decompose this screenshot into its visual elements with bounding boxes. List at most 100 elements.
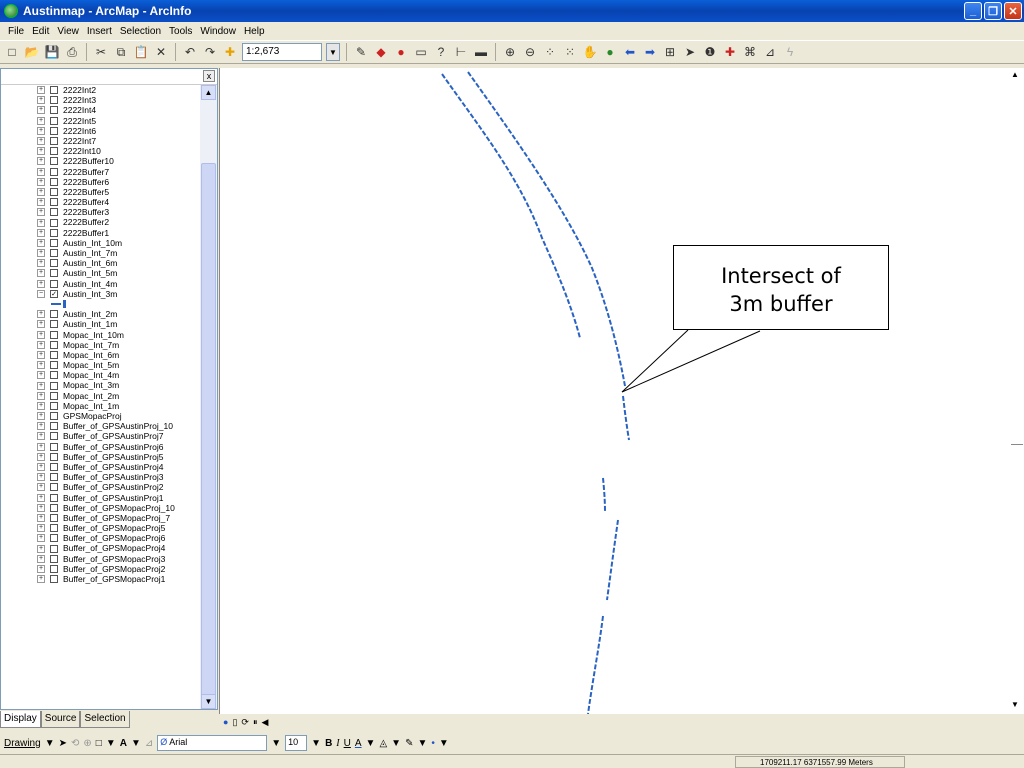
- layer-row[interactable]: + Austin_Int_6m: [37, 258, 203, 268]
- layer-checkbox[interactable]: [50, 320, 58, 329]
- chevron-down-icon[interactable]: ▼: [417, 738, 427, 749]
- menu-edit[interactable]: Edit: [28, 26, 53, 37]
- layer-checkbox[interactable]: [50, 187, 58, 196]
- font-size-select[interactable]: 10: [285, 735, 308, 751]
- expand-icon[interactable]: +: [37, 452, 45, 461]
- refresh-icon[interactable]: ⟳: [241, 717, 249, 728]
- expand-icon[interactable]: +: [37, 238, 45, 247]
- scale-input[interactable]: 1:2,673: [242, 43, 322, 61]
- expand-icon[interactable]: +: [37, 96, 45, 105]
- expand-icon[interactable]: +: [37, 330, 45, 339]
- expand-icon[interactable]: +: [37, 177, 45, 186]
- expand-icon[interactable]: +: [37, 544, 45, 553]
- copy-icon[interactable]: ⧉: [113, 44, 129, 60]
- layer-row[interactable]: + Mopac_Int_3m: [37, 380, 203, 390]
- layer-row[interactable]: + Buffer_of_GPSMopacProj6: [37, 533, 203, 543]
- layer-row[interactable]: + Mopac_Int_4m: [37, 370, 203, 380]
- catalog-icon[interactable]: ●: [393, 44, 409, 60]
- layer-row[interactable]: + GPSMopacProj: [37, 411, 203, 421]
- layer-row[interactable]: + Buffer_of_GPSMopacProj2: [37, 564, 203, 574]
- layer-checkbox[interactable]: [50, 340, 58, 349]
- new-icon[interactable]: □: [4, 44, 20, 60]
- layer-checkbox[interactable]: [50, 452, 58, 461]
- layer-checkbox[interactable]: [50, 564, 58, 573]
- paste-icon[interactable]: 📋: [133, 44, 149, 60]
- layer-row[interactable]: + Buffer_of_GPSAustinProj3: [37, 472, 203, 482]
- layer-checkbox[interactable]: [50, 391, 58, 400]
- expand-icon[interactable]: +: [37, 432, 45, 441]
- minimize-button[interactable]: _: [964, 2, 982, 20]
- menu-help[interactable]: Help: [240, 26, 269, 37]
- layer-checkbox[interactable]: [50, 401, 58, 410]
- chevron-down-icon[interactable]: ▼: [311, 738, 321, 749]
- zoom-whole-page-icon[interactable]: ⊕: [83, 738, 91, 749]
- layer-row[interactable]: + Buffer_of_GPSAustinProj4: [37, 462, 203, 472]
- layer-row[interactable]: + Austin_Int_2m: [37, 309, 203, 319]
- underline-button[interactable]: U: [344, 738, 351, 749]
- layer-row[interactable]: + Mopac_Int_1m: [37, 401, 203, 411]
- italic-button[interactable]: I: [336, 738, 339, 749]
- expand-icon[interactable]: +: [37, 554, 45, 563]
- expand-icon[interactable]: +: [37, 126, 45, 135]
- layout-icon[interactable]: ▬: [473, 44, 489, 60]
- expand-icon[interactable]: +: [37, 187, 45, 196]
- layer-row[interactable]: + Austin_Int_5m: [37, 268, 203, 278]
- chevron-down-icon[interactable]: ▼: [326, 43, 340, 61]
- layer-checkbox[interactable]: [50, 483, 58, 492]
- layer-checkbox[interactable]: [50, 106, 58, 115]
- expand-icon[interactable]: +: [37, 381, 45, 390]
- expand-icon[interactable]: +: [37, 361, 45, 370]
- layer-row[interactable]: +2222Buffer6: [37, 177, 203, 187]
- layer-checkbox[interactable]: [50, 422, 58, 431]
- layer-row[interactable]: +2222Int10: [37, 146, 203, 156]
- map-canvas[interactable]: [219, 68, 1007, 715]
- expand-icon[interactable]: +: [37, 503, 45, 512]
- scroll-left-icon[interactable]: ◀: [261, 717, 268, 728]
- layer-checkbox[interactable]: [50, 228, 58, 237]
- new-text-icon[interactable]: A: [120, 738, 127, 749]
- measure-ruler-icon[interactable]: ⊿: [762, 44, 778, 60]
- scroll-up-icon[interactable]: ▲: [201, 85, 216, 100]
- callout-box[interactable]: Intersect of 3m buffer: [673, 245, 889, 330]
- expand-icon[interactable]: +: [37, 371, 45, 380]
- back-extent-icon[interactable]: ⬅: [622, 44, 638, 60]
- layer-checkbox[interactable]: [50, 157, 58, 166]
- layer-checkbox[interactable]: [50, 249, 58, 258]
- expand-icon[interactable]: +: [37, 198, 45, 207]
- layer-checkbox[interactable]: [50, 473, 58, 482]
- arctoolbox-icon[interactable]: ◆: [373, 44, 389, 60]
- layer-row[interactable]: + Austin_Int_1m: [37, 319, 203, 329]
- layer-row[interactable]: + Buffer_of_GPSAustinProj5: [37, 452, 203, 462]
- expand-icon[interactable]: +: [37, 208, 45, 217]
- data-view-icon[interactable]: ●: [223, 717, 228, 727]
- expand-icon[interactable]: +: [37, 137, 45, 146]
- chevron-down-icon[interactable]: ▼: [106, 738, 116, 749]
- layer-row[interactable]: + Austin_Int_7m: [37, 248, 203, 258]
- delete-icon[interactable]: ✕: [153, 44, 169, 60]
- expand-icon[interactable]: +: [37, 422, 45, 431]
- tab-display[interactable]: Display: [0, 711, 41, 728]
- expand-icon[interactable]: +: [37, 391, 45, 400]
- expand-icon[interactable]: +: [37, 259, 45, 268]
- expand-icon[interactable]: +: [37, 564, 45, 573]
- layer-checkbox[interactable]: [50, 442, 58, 451]
- close-icon[interactable]: x: [203, 70, 215, 82]
- expand-icon[interactable]: +: [37, 493, 45, 502]
- layer-checkbox[interactable]: [50, 147, 58, 156]
- layer-row[interactable]: +2222Int3: [37, 95, 203, 105]
- select-features-icon[interactable]: ⊞: [662, 44, 678, 60]
- layer-row[interactable]: + Buffer_of_GPSAustinProj6: [37, 442, 203, 452]
- chevron-down-icon[interactable]: ▼: [366, 738, 376, 749]
- expand-icon[interactable]: +: [37, 86, 45, 95]
- expand-icon[interactable]: +: [37, 412, 45, 421]
- layer-checkbox[interactable]: [50, 524, 58, 533]
- scroll-down-icon[interactable]: ▼: [1011, 700, 1019, 709]
- layer-checkbox[interactable]: [50, 463, 58, 472]
- undo-icon[interactable]: ↶: [182, 44, 198, 60]
- window-icon[interactable]: ▭: [413, 44, 429, 60]
- layer-checkbox[interactable]: [50, 279, 58, 288]
- rectangle-icon[interactable]: □: [96, 738, 102, 749]
- marker-color-icon[interactable]: •: [431, 738, 435, 749]
- layer-row[interactable]: +2222Buffer5: [37, 187, 203, 197]
- scroll-thumb[interactable]: [1011, 444, 1023, 445]
